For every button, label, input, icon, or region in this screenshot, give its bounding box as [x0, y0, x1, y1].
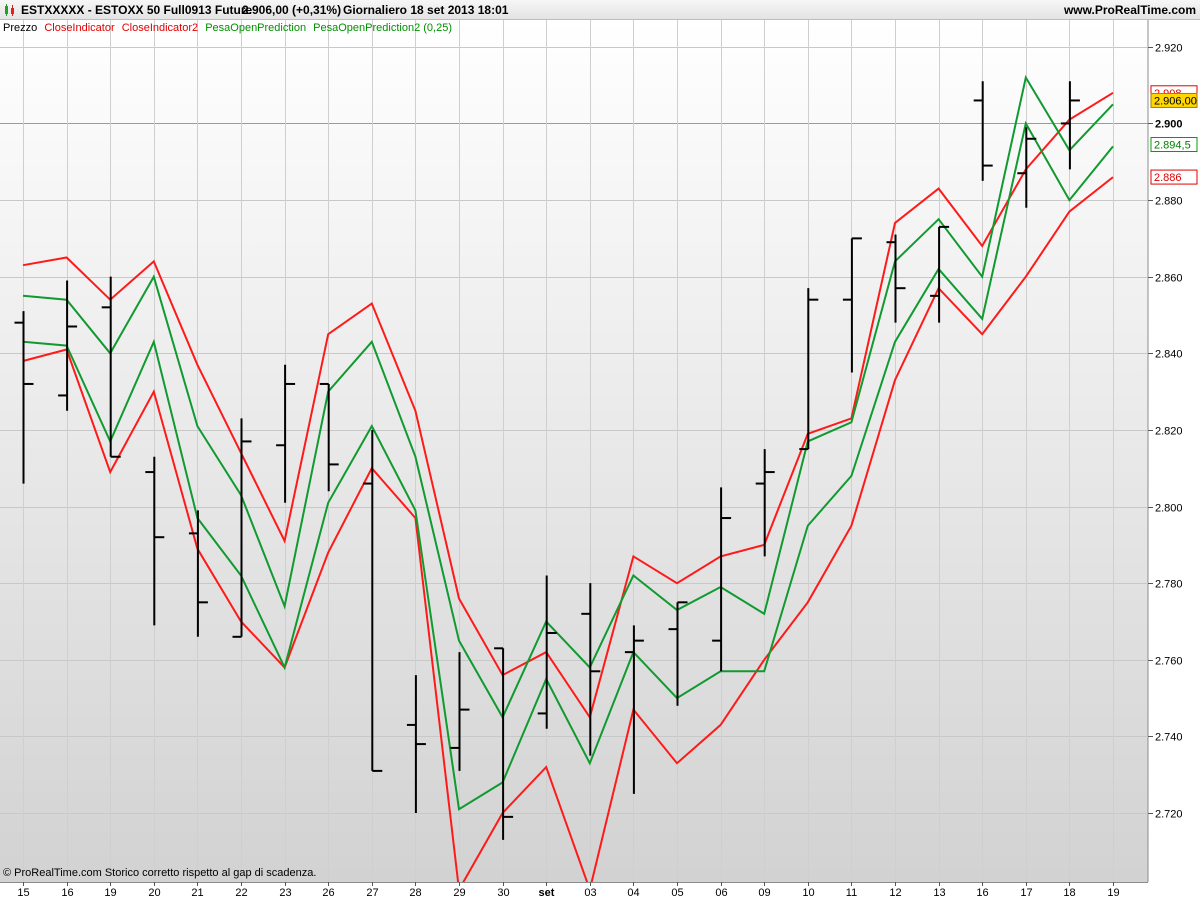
x-tick-label: 09 — [758, 887, 770, 899]
x-tick-label: 20 — [148, 887, 160, 899]
legend-item-pesa-open-prediction: PesaOpenPrediction — [205, 22, 307, 34]
x-tick-label: 13 — [933, 887, 945, 899]
y-tick-label: 2.880 — [1155, 196, 1183, 208]
x-tick-label: 05 — [671, 887, 683, 899]
y-tick-label: 2.900 — [1155, 119, 1183, 131]
price-tag-label: 2.906,00 — [1154, 95, 1197, 107]
legend-item-close-indicator: CloseIndicator — [44, 22, 115, 34]
x-tick-label: 16 — [976, 887, 988, 899]
price-tag: 2.894,5 — [1150, 137, 1198, 153]
y-tick-label: 2.860 — [1155, 273, 1183, 285]
x-tick-label: 27 — [366, 887, 378, 899]
x-tick-label: set — [539, 887, 555, 899]
y-tick-label: 2.920 — [1155, 43, 1183, 55]
x-tick-label: 03 — [584, 887, 596, 899]
y-tick-label: 2.720 — [1155, 809, 1183, 821]
price-chart[interactable]: 2.920 2.900 2.880 2.860 2.840 2.820 2.800 2.780… — [0, 0, 1200, 900]
x-tick-label: 19 — [104, 887, 116, 899]
x-tick-label: 10 — [802, 887, 814, 899]
price-tag: 2.906,00 — [1150, 92, 1198, 108]
x-tick-label: 29 — [453, 887, 465, 899]
x-tick-label: 23 — [279, 887, 291, 899]
x-tick-label: 22 — [235, 887, 247, 899]
legend: Prezzo CloseIndicator CloseIndicator2 Pe… — [3, 22, 456, 34]
chart-window: ESTXXXXX - ESTOXX 50 Full0913 Future 2.9… — [0, 0, 1200, 900]
footer-note: © ProRealTime.com Storico corretto rispe… — [3, 867, 317, 879]
legend-item-pesa-open-prediction2: PesaOpenPrediction2 (0,25) — [313, 22, 452, 34]
legend-item-close-indicator2: CloseIndicator2 — [121, 22, 199, 34]
plot-background — [0, 20, 1148, 882]
x-tick-label: 26 — [322, 887, 334, 899]
x-tick-label: 30 — [497, 887, 509, 899]
x-tick-label: 21 — [191, 887, 203, 899]
x-tick-label: 17 — [1020, 887, 1032, 899]
y-tick-label: 2.820 — [1155, 426, 1183, 438]
x-tick-label: 18 — [1063, 887, 1075, 899]
x-tick-label: 12 — [889, 887, 901, 899]
price-tag-label: 2.894,5 — [1154, 140, 1191, 152]
y-tick-label: 2.780 — [1155, 579, 1183, 591]
price-tag-label: 2.886 — [1154, 172, 1182, 184]
y-tick-label: 2.760 — [1155, 656, 1183, 668]
x-tick-label: 15 — [17, 887, 29, 899]
legend-price-label: Prezzo — [3, 22, 38, 34]
y-tick-label: 2.840 — [1155, 349, 1183, 361]
price-tag: 2.886 — [1150, 169, 1198, 185]
y-tick-label: 2.800 — [1155, 503, 1183, 515]
x-tick-label: 28 — [409, 887, 421, 899]
x-tick-label: 06 — [715, 887, 727, 899]
x-tick-label: 19 — [1107, 887, 1119, 899]
y-tick-label: 2.740 — [1155, 732, 1183, 744]
x-tick-label: 16 — [61, 887, 73, 899]
x-tick-label: 04 — [627, 887, 639, 899]
x-tick-label: 11 — [846, 887, 857, 899]
